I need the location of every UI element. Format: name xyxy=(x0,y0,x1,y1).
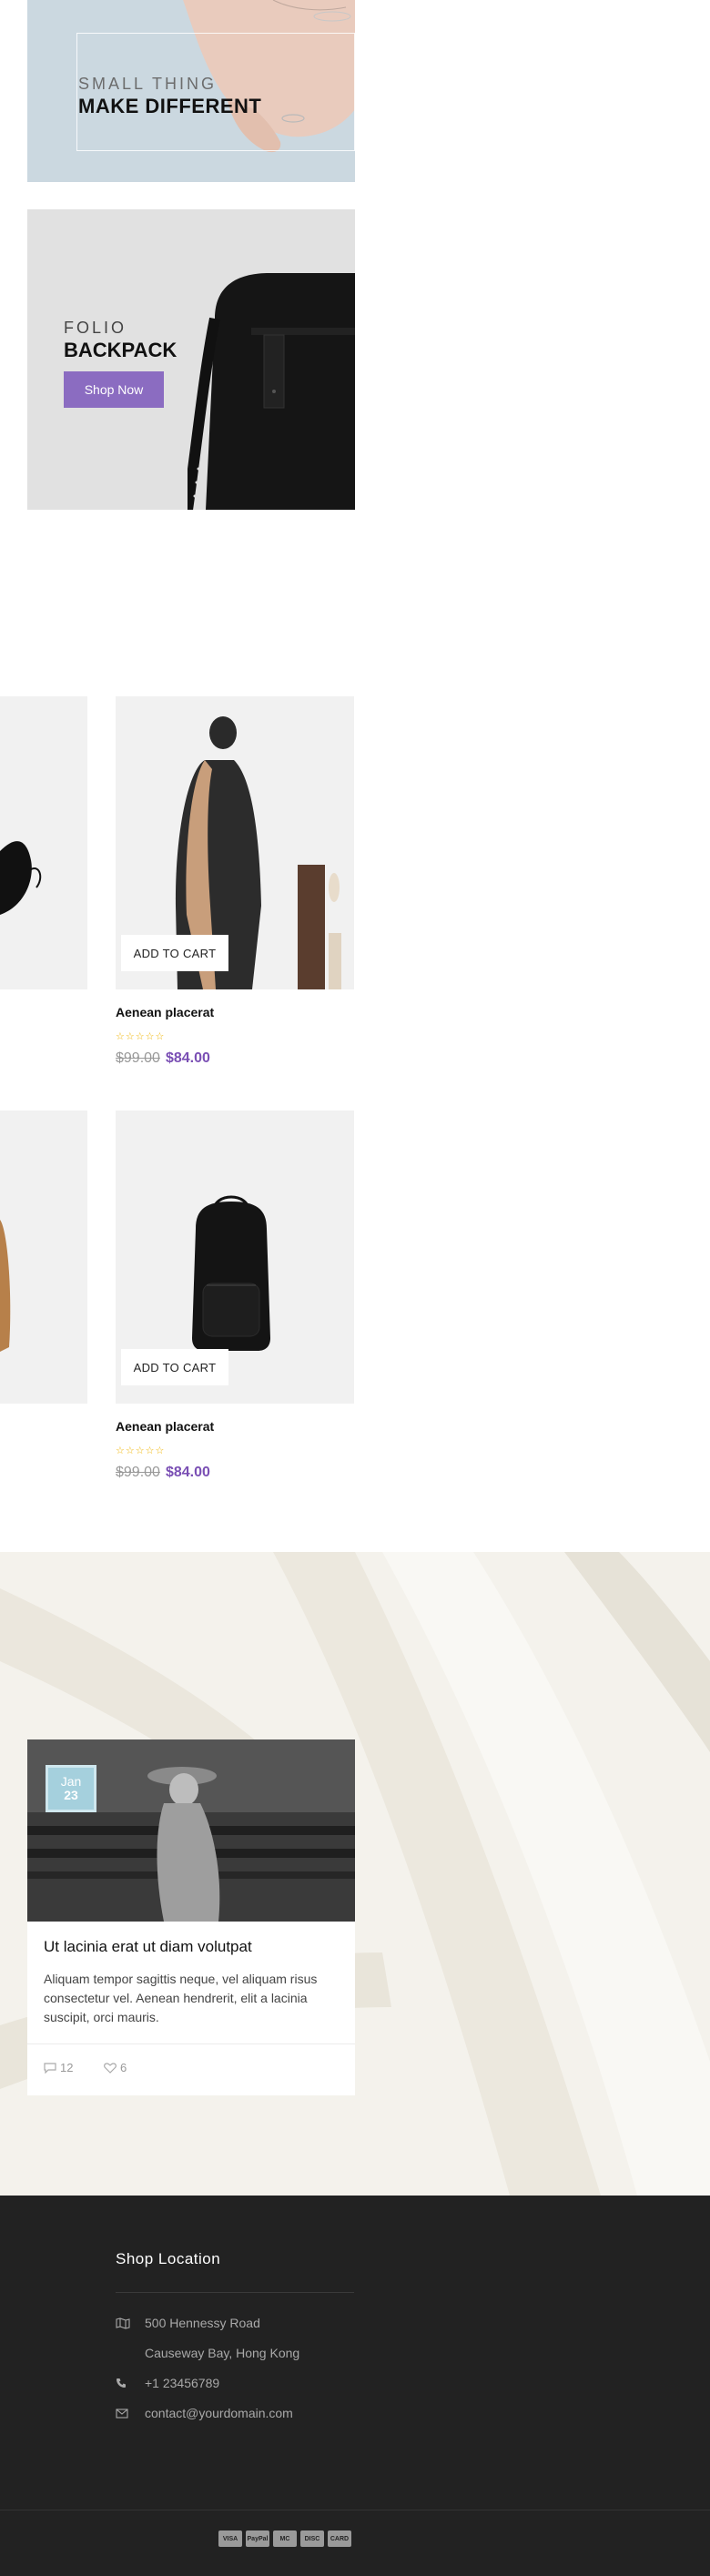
product-price: $99.00 $84.00 xyxy=(116,1465,210,1481)
black-drawstring-bag-image xyxy=(0,841,42,915)
comments-link[interactable]: 12 xyxy=(44,2061,73,2074)
product-card-partial[interactable] xyxy=(0,696,87,989)
footer-email: contact@yourdomain.com xyxy=(116,2406,293,2420)
payment-methods: VISA PayPal MC DISC CARD xyxy=(218,2530,351,2547)
post-date-badge: Jan 23 xyxy=(46,1765,96,1812)
product-price: $99.00 $84.00 xyxy=(116,1050,210,1067)
discover-icon: DISC xyxy=(300,2530,324,2547)
footer-heading: Shop Location xyxy=(116,2250,221,2267)
banner-subtitle: FOLIO xyxy=(64,319,127,337)
footer-divider xyxy=(116,2292,354,2293)
product-card-partial[interactable] xyxy=(0,1111,87,1404)
map-icon xyxy=(116,2317,145,2329)
product-name[interactable]: Aenean placerat xyxy=(116,1419,214,1434)
likes-link[interactable]: 6 xyxy=(104,2061,127,2074)
email-address[interactable]: contact@yourdomain.com xyxy=(145,2406,293,2420)
footer-phone: +1 23456789 xyxy=(116,2376,219,2390)
phone-icon xyxy=(116,2378,145,2388)
sale-price: $84.00 xyxy=(165,1465,210,1480)
promo-banner-backpack[interactable]: FOLIO BACKPACK Shop Now xyxy=(27,209,355,510)
product-card[interactable]: ADD TO CART xyxy=(116,696,354,989)
sale-price: $84.00 xyxy=(165,1050,210,1066)
banner-subtitle: SMALL THING xyxy=(78,75,218,93)
old-price: $99.00 xyxy=(116,1050,160,1066)
post-date-month: Jan xyxy=(60,1773,82,1789)
mastercard-icon: MC xyxy=(273,2530,297,2547)
address-line-1: 500 Hennessy Road xyxy=(145,2316,260,2330)
post-date-day: 23 xyxy=(64,1788,78,1802)
blog-post-title[interactable]: Ut lacinia erat ut diam volutpat xyxy=(44,1938,252,1956)
paypal-icon: PayPal xyxy=(246,2530,269,2547)
phone-number[interactable]: +1 23456789 xyxy=(145,2376,219,2390)
shop-now-button[interactable]: Shop Now xyxy=(64,371,164,408)
rating-stars: ☆☆☆☆☆ xyxy=(116,1445,166,1456)
add-to-cart-button[interactable]: ADD TO CART xyxy=(121,935,228,971)
visa-icon: VISA xyxy=(218,2530,242,2547)
credit-card-icon: CARD xyxy=(328,2530,351,2547)
footer-address: 500 Hennessy Road xyxy=(116,2316,260,2330)
product-card[interactable]: ADD TO CART xyxy=(116,1111,354,1404)
banner-title: MAKE DIFFERENT xyxy=(78,95,262,117)
blog-post-excerpt: Aliquam tempor sagittis neque, vel aliqu… xyxy=(44,1972,318,2024)
blog-post-meta: 12 6 xyxy=(27,2044,355,2095)
like-count: 6 xyxy=(120,2061,127,2074)
banner-title: BACKPACK xyxy=(64,339,178,361)
promo-banner-small-thing[interactable]: SMALL THING MAKE DIFFERENT xyxy=(27,0,355,182)
footer-address-2: Causeway Bay, Hong Kong xyxy=(116,2346,299,2360)
blog-post-image[interactable]: Jan 23 xyxy=(27,1739,355,1922)
blog-post-card[interactable]: Jan 23 Ut lacinia erat ut diam volutpat … xyxy=(27,1739,355,2095)
old-price: $99.00 xyxy=(116,1465,160,1480)
add-to-cart-button[interactable]: ADD TO CART xyxy=(121,1349,228,1385)
address-line-2: Causeway Bay, Hong Kong xyxy=(145,2346,300,2360)
site-footer: Shop Location 500 Hennessy Road Causeway… xyxy=(0,2196,710,2576)
product-name[interactable]: Aenean placerat xyxy=(116,1005,214,1019)
brown-bag-image xyxy=(0,1220,11,1352)
heart-icon xyxy=(104,2062,117,2074)
rating-stars: ☆☆☆☆☆ xyxy=(116,1031,166,1042)
comment-count: 12 xyxy=(60,2061,74,2074)
comment-icon xyxy=(44,2062,56,2074)
envelope-icon xyxy=(116,2408,145,2419)
black-backpack-image xyxy=(188,273,355,510)
